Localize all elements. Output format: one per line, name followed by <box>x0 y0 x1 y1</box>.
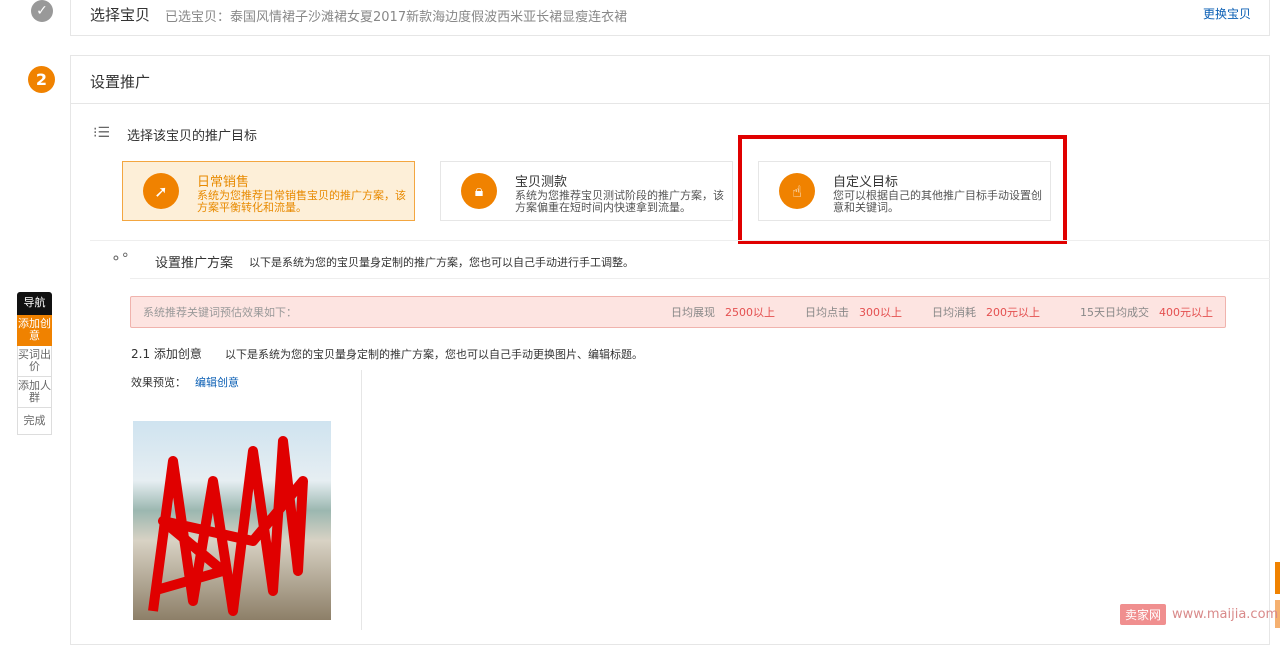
goal-title: 选择该宝贝的推广目标 <box>127 129 258 144</box>
selected-item: 已选宝贝：泰国风情裙子沙滩裙女夏2017新款海边度假波西米亚长裙显瘦连衣裙 <box>165 10 628 25</box>
card-desc: 系统为您推荐日常销售宝贝的推广方案，该方案平衡转化和流量。 <box>197 189 406 214</box>
nav-title: 导航 <box>17 292 52 315</box>
card-desc: 系统为您推荐宝贝测试阶段的推广方案，该方案偏重在短时间内快速拿到流量。 <box>515 189 724 214</box>
edit-creative-link[interactable]: 编辑创意 <box>195 374 239 390</box>
nav-item-add-creative[interactable]: 添加创意 <box>17 315 52 346</box>
creative-title: 2.1 添加创意 <box>131 347 202 361</box>
stat-impressions: 日均展现 2500以上 <box>671 306 775 319</box>
cursor-icon: ➚ <box>143 173 179 209</box>
change-item-link[interactable]: 更换宝贝 <box>1203 5 1251 22</box>
preview-label: 效果预览： <box>131 376 186 389</box>
list-icon: ⁝☰ <box>93 125 111 141</box>
stat-deals: 15天日均成交 400元以上 <box>1080 306 1213 319</box>
goal-card-daily-sales[interactable]: ➚ 日常销售 系统为您推荐日常销售宝贝的推广方案，该方案平衡转化和流量。 <box>122 161 415 221</box>
creative-image <box>133 421 331 620</box>
nav-item-bid[interactable]: 买词出价 <box>17 346 52 377</box>
side-nav: 导航 添加创意 买词出价 添加人群 完成 <box>17 292 52 435</box>
nodes-icon: ⚬° <box>110 251 129 267</box>
plan-desc: 以下是系统为您的宝贝量身定制的推广方案，您也可以自己手动进行手工调整。 <box>249 256 634 269</box>
step1-title: 选择宝贝 <box>90 6 151 24</box>
lock-icon: 🔒︎ <box>461 173 497 209</box>
highlight-box <box>738 135 1067 244</box>
creative-desc: 以下是系统为您的宝贝量身定制的推广方案，您也可以自己手动更换图片、编辑标题。 <box>225 348 643 361</box>
nav-item-finish[interactable]: 完成 <box>17 408 52 435</box>
estimate-bar: 系统推荐关键词预估效果如下： 日均展现 2500以上 日均点击 300以上 日均消耗… <box>130 296 1226 328</box>
check-circle-icon: ✓ <box>31 0 53 22</box>
step-number: 2 <box>28 66 55 93</box>
step2-title: 设置推广 <box>90 73 151 91</box>
step1-panel: 选择宝贝 已选宝贝：泰国风情裙子沙滩裙女夏2017新款海边度假波西米亚长裙显瘦连… <box>70 0 1270 36</box>
stat-clicks: 日均点击 300以上 <box>805 306 902 319</box>
nav-item-add-audience[interactable]: 添加人群 <box>17 377 52 408</box>
estimate-label: 系统推荐关键词预估效果如下： <box>143 306 297 319</box>
plan-title: 设置推广方案 <box>155 256 234 271</box>
card-title: 宝贝测款 <box>515 175 568 190</box>
stat-cost: 日均消耗 200元以上 <box>932 306 1040 319</box>
goal-card-test[interactable]: 🔒︎ 宝贝测款 系统为您推荐宝贝测试阶段的推广方案，该方案偏重在短时间内快速拿到… <box>440 161 733 221</box>
watermark: 卖家网 www.maijia.com <box>1120 604 1278 625</box>
card-title: 日常销售 <box>197 175 250 190</box>
